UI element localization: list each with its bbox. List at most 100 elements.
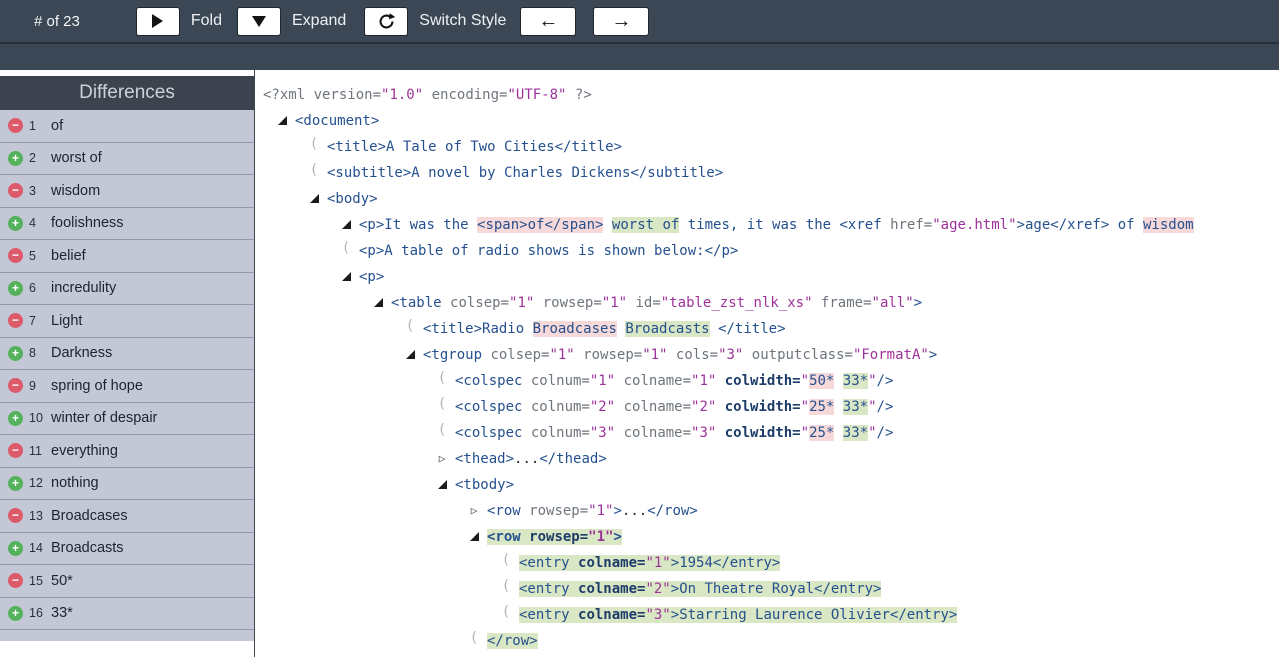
fold-collapse-icon[interactable]	[305, 186, 323, 212]
code-segment: "	[800, 425, 810, 441]
play-icon	[152, 14, 164, 28]
fold-collapse-icon[interactable]	[465, 524, 483, 550]
code-segment: <entry	[519, 555, 579, 571]
code-segment: "1"	[645, 555, 671, 571]
diff-list-item[interactable]: + 10 winter of despair	[0, 402, 254, 435]
code-segment: colsep=	[450, 295, 510, 311]
expand-button[interactable]	[237, 6, 281, 36]
code-segment: <colspec	[455, 373, 531, 389]
code-segment: rowsep=	[529, 529, 589, 545]
diff-list-item[interactable]: − 5 belief	[0, 240, 254, 273]
diff-list-item[interactable]: + 4 foolishness	[0, 207, 254, 240]
diff-list-item[interactable]: + 12 nothing	[0, 467, 254, 500]
next-difference-button[interactable]: →	[593, 6, 650, 36]
diff-list-item[interactable]: − 1 of	[0, 110, 254, 143]
previous-difference-button[interactable]: ←	[520, 6, 577, 36]
diff-number: 13	[29, 508, 43, 523]
fold-collapse-icon[interactable]	[337, 212, 355, 238]
fold-region-mark: (	[501, 552, 511, 568]
code-line: <body>	[255, 186, 1279, 212]
code-segment: />	[876, 399, 894, 415]
diff-list-item[interactable]: − 9 spring of hope	[0, 370, 254, 403]
diff-list-item[interactable]: − 15 50*	[0, 565, 254, 598]
code-segment: Starring Laurence Olivier	[679, 607, 890, 623]
code-segment: Broadcasts	[625, 321, 710, 337]
diff-list-item[interactable]: + 2 worst of	[0, 142, 254, 175]
diff-list-item[interactable]: − 11 everything	[0, 435, 254, 468]
code-segment: colname=	[578, 555, 646, 571]
fold-collapse-icon[interactable]	[369, 290, 387, 316]
diff-label: Light	[51, 312, 83, 329]
code-line: <table colsep="1" rowsep="1" id="table_z…	[255, 290, 1279, 316]
code-segment: "FormatA"	[852, 347, 929, 363]
code-segment: cols=	[667, 347, 719, 363]
code-line: ▷ <thead>...</thead>	[255, 446, 1279, 472]
diff-label: spring of hope	[51, 377, 143, 394]
code-segment: colnum=	[530, 425, 590, 441]
fold-button[interactable]	[135, 6, 180, 36]
diff-label: foolishness	[51, 215, 124, 232]
fold-expand-icon[interactable]: ▷	[433, 446, 451, 472]
code-line: (<colspec colnum="2" colname="2" colwidt…	[255, 394, 1279, 420]
refresh-icon	[377, 12, 396, 31]
code-segment: 33*	[842, 425, 869, 441]
diff-label: everything	[51, 442, 118, 459]
added-icon: +	[8, 410, 23, 426]
code-segment: >	[928, 347, 938, 363]
code-segment: "1"	[588, 529, 614, 545]
code-segment: colwidth=	[716, 425, 801, 441]
code-segment: <body>	[327, 191, 378, 207]
diff-list-item[interactable]: − 3 wisdom	[0, 175, 254, 208]
diff-list-item[interactable]: + 14 Broadcasts	[0, 532, 254, 565]
removed-icon: −	[8, 508, 23, 524]
diff-list-item[interactable]: + 6 incredulity	[0, 272, 254, 305]
diff-number: 3	[29, 183, 36, 198]
diff-list-item[interactable]: − 7 Light	[0, 305, 254, 338]
code-segment: >	[1016, 217, 1025, 233]
differences-list: − 1 of + 2 worst of − 3 wisdom + 4 fooli…	[0, 110, 254, 657]
switch-style-button[interactable]	[364, 6, 409, 36]
fold-collapse-icon[interactable]	[273, 108, 291, 134]
code-segment: A Tale of Two Cities	[386, 139, 555, 155]
code-line: (<entry colname="3">Starring Laurence Ol…	[255, 602, 1279, 628]
diff-list-item[interactable]: + 16 33*	[0, 597, 254, 630]
code-segment: >	[613, 503, 622, 519]
code-segment: >	[913, 295, 923, 311]
code-line: (</row>	[255, 628, 1279, 654]
diff-number: 16	[29, 606, 43, 621]
code-segment: colsep=	[490, 347, 550, 363]
code-segment: </thead>	[539, 451, 607, 467]
fold-collapse-icon[interactable]	[433, 472, 451, 498]
diff-label: Broadcasts	[51, 540, 124, 557]
diff-label: Darkness	[51, 345, 113, 362]
fold-expand-icon[interactable]: ▷	[465, 498, 483, 524]
fold-region-mark: (	[309, 162, 319, 178]
fold-collapse-icon[interactable]	[337, 264, 355, 290]
code-segment: of	[1109, 217, 1143, 233]
code-segment: <p>	[359, 269, 385, 285]
removed-icon: −	[8, 248, 23, 264]
code-segment: frame=	[812, 295, 872, 311]
fold-collapse-icon[interactable]	[401, 342, 419, 368]
differences-sidebar: Differences − 1 of + 2 worst of − 3 wisd…	[0, 70, 255, 657]
fold-region-mark: (	[437, 396, 447, 412]
removed-icon: −	[8, 378, 23, 394]
code-segment: ...	[514, 451, 540, 467]
diff-list-item[interactable]: + 8 Darkness	[0, 337, 254, 370]
code-segment: <document>	[295, 113, 380, 129]
fold-region-mark: (	[341, 240, 351, 256]
diff-number: 14	[29, 541, 43, 556]
fold-region-mark: (	[437, 370, 447, 386]
code-segment: colname=	[615, 425, 692, 441]
diff-label: of	[51, 117, 64, 134]
code-line: <row rowsep="1">	[255, 524, 1279, 550]
secondary-toolbar	[0, 42, 1279, 70]
diff-list-item[interactable]: − 13 Broadcases	[0, 500, 254, 533]
code-segment: "	[868, 373, 877, 389]
added-icon: +	[8, 150, 23, 166]
code-segment: >	[670, 581, 680, 597]
